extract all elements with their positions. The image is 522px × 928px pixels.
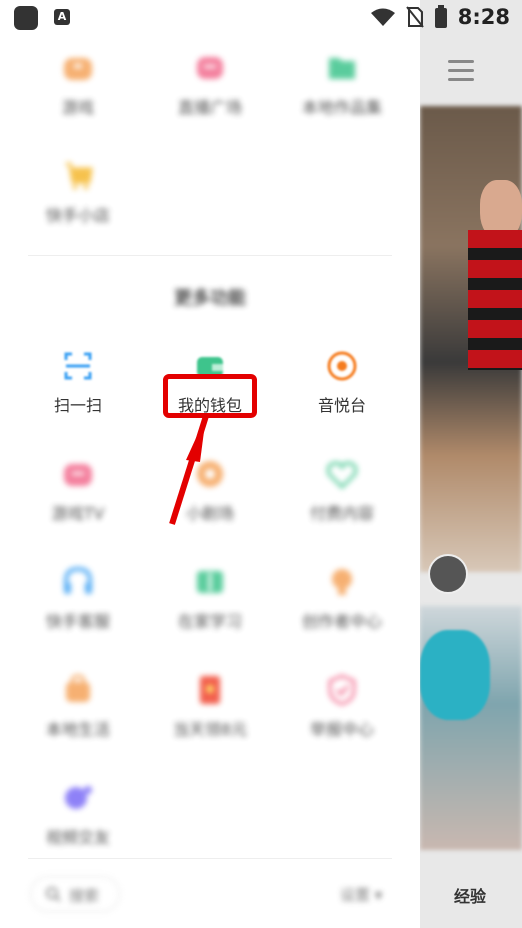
avatar[interactable] [428,554,468,594]
search-icon [46,887,61,902]
book-icon [197,571,223,593]
a-notification-icon: A [54,9,70,25]
section-title: 更多功能 [174,288,246,309]
drawer-item-scan[interactable]: 扫一扫 [8,340,148,430]
redpacket-icon [200,676,220,704]
drawer-item-report[interactable]: 举报中心 [272,664,412,754]
folder-icon [329,58,355,79]
drawer-item-shop[interactable]: 快手小店 [8,150,148,240]
headset-icon [64,566,92,594]
menu-icon[interactable] [448,60,474,82]
drawer-item-support[interactable]: 快手客服 [8,556,148,646]
tv-icon [64,464,92,486]
settings-button[interactable]: 设置 ▾ [340,884,382,905]
search-label: 搜索 [69,887,100,905]
music-icon [327,351,357,381]
settings-label: 设置 [340,886,371,904]
app-notification-icon [14,6,38,30]
divider [28,858,392,859]
drawer-item-game[interactable]: 游戏 [8,42,148,132]
status-bar: A 8:28 [0,0,522,34]
drawer-item-local-life[interactable]: 本地生活 [8,664,148,754]
feature-row-more-3: 快手客服 在家学习 创作者中心 [0,556,420,646]
live-icon [197,57,223,79]
drawer-item-music[interactable]: 音悦台 [272,340,412,430]
wifi-icon [370,8,395,26]
feature-row-shop: 快手小店 [0,150,420,240]
drawer-item-red-packet[interactable]: 当天领8元 [140,664,280,754]
status-time: 8:28 [457,5,510,29]
theater-icon [197,461,223,487]
heart-shield-icon [326,461,358,490]
no-sim-icon [405,6,424,28]
side-drawer: 游戏 直播广场 本地作品集 快手小店 更多功能 扫一扫 我的钱包 音悦台 游戏T… [0,0,420,928]
bulb-icon [332,569,352,595]
game-icon [64,58,92,80]
scan-icon [64,352,92,380]
drawer-item-video-dating[interactable]: 视频交友 [8,772,148,862]
bottom-tab-label[interactable]: 经验 [454,883,486,907]
divider [28,255,392,256]
drawer-item-live[interactable]: 直播广场 [140,42,280,132]
drawer-item-creator[interactable]: 创作者中心 [272,556,412,646]
video-chat-icon [65,786,92,809]
drawer-item-local-works[interactable]: 本地作品集 [272,42,412,132]
drawer-item-game-tv[interactable]: 游戏TV [8,448,148,538]
drawer-item-study[interactable]: 在家学习 [140,556,280,646]
shield-icon [328,674,356,706]
battery-icon [434,5,447,28]
search-button[interactable]: 搜索 [30,876,120,912]
bag-icon [66,674,90,702]
cart-icon [66,162,93,190]
video-clothing [468,230,522,370]
feature-row-more-4: 本地生活 当天领8元 举报中心 [0,664,420,754]
drawer-item-theater[interactable]: 小剧场 [140,448,280,538]
drawer-item-paid-content[interactable]: 付费内容 [272,448,412,538]
background-feed: 经验 [420,0,522,928]
video-person-2 [420,630,490,720]
feature-row-more-2: 游戏TV 小剧场 付费内容 [0,448,420,538]
feature-row-more-5: 视频交友 [0,772,420,862]
feature-row-top: 游戏 直播广场 本地作品集 [0,42,420,132]
